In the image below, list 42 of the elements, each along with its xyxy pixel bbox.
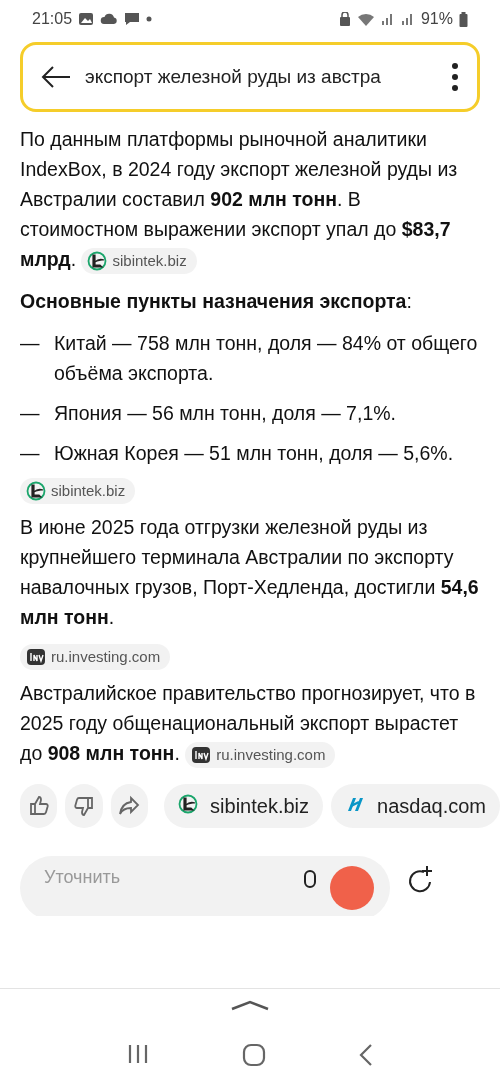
source-logo-icon bbox=[26, 647, 46, 667]
answer-paragraph: Основные пункты назначения экспорта: bbox=[20, 289, 413, 314]
source-chip[interactable]: sibintek.biz bbox=[81, 247, 197, 274]
recent-apps-icon bbox=[126, 1043, 150, 1065]
thumbs-down-button[interactable] bbox=[65, 784, 103, 828]
cloud-icon bbox=[100, 13, 119, 25]
source-chip[interactable]: nasdaq.com bbox=[331, 784, 500, 828]
source-logo-icon bbox=[191, 744, 212, 765]
battery-icon bbox=[459, 11, 468, 27]
list-item-text: Япония — 56 млн тонн, доля — 7,1%. bbox=[54, 401, 397, 426]
answer-paragraph: По данным платформы рыночной аналитики IndexBox, в 2024 году экспорт железной руды из Австралии составил 902 млн тонн. В стоимостном выражении экспорт упал до $83,7 млрд. sibintek.biz bbox=[20, 124, 480, 274]
search-field[interactable]: экспорт железной руды из австра bbox=[20, 42, 480, 112]
image-icon bbox=[78, 12, 95, 26]
source-chip[interactable]: ru.investing.com bbox=[20, 644, 171, 670]
list-item-text: Южная Корея — 51 млн тонн, доля — 5,6%. bbox=[54, 441, 455, 466]
back-icon bbox=[358, 1043, 374, 1067]
dot-icon bbox=[146, 16, 153, 22]
list-dash: — bbox=[20, 441, 41, 466]
answer-paragraph: В июне 2025 года отгрузки железной руды из крупнейшего терминала Австралии по экспорту навалочных грузов, Порт-Хедленда, достигли 54,6 млн тонн. bbox=[20, 515, 480, 630]
source-chip[interactable]: sibintek.biz bbox=[20, 478, 136, 504]
battery-percent: 91% bbox=[420, 10, 453, 28]
alice-button[interactable] bbox=[330, 866, 374, 910]
status-time: 21:05 bbox=[32, 10, 73, 28]
list-dash: — bbox=[20, 401, 41, 426]
source-logo-icon bbox=[87, 250, 108, 271]
signal-icon bbox=[380, 12, 395, 26]
list-dash: — bbox=[20, 331, 41, 356]
source-chip[interactable]: ru.investing.com bbox=[185, 741, 336, 768]
thumbs-up-button[interactable] bbox=[20, 784, 58, 828]
wifi-icon bbox=[356, 12, 375, 26]
message-icon bbox=[124, 12, 141, 26]
source-chip[interactable]: sibintek.biz bbox=[164, 784, 323, 828]
more-menu-icon bbox=[451, 62, 459, 92]
lock-icon bbox=[338, 12, 351, 26]
chevron-up-icon bbox=[230, 999, 270, 1011]
answer-paragraph: Австралийское правительство прогнозирует, что в 2025 году общенациональный экспорт вырастет до 908 млн тонн. ru.investing.com bbox=[20, 678, 480, 768]
signal-icon bbox=[400, 12, 415, 26]
share-button[interactable] bbox=[110, 784, 149, 828]
back-arrow-icon bbox=[41, 66, 71, 88]
source-logo-icon bbox=[26, 481, 46, 501]
home-icon bbox=[242, 1043, 266, 1067]
list-item-text: Китай — 758 млн тонн, доля — 84% от общего объёма экспорта. bbox=[54, 331, 479, 386]
